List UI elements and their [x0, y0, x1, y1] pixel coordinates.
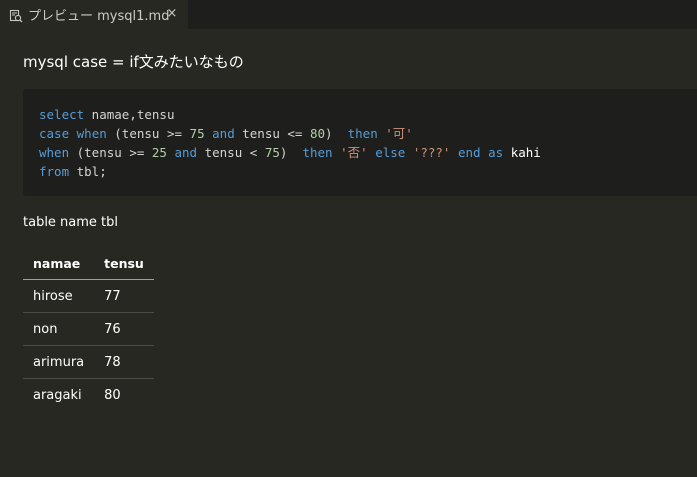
- code-line: select namae,tensu: [39, 105, 697, 124]
- table-row: non 76: [23, 312, 154, 346]
- code-block: select namae,tensu case when (tensu >= 75…: [23, 89, 697, 196]
- code-token: 75: [264, 145, 280, 160]
- code-token: when: [76, 126, 107, 141]
- code-token: else: [375, 145, 406, 160]
- preview-icon: [9, 8, 23, 22]
- tab-preview-mysql1[interactable]: プレビュー mysql1.md ×: [0, 0, 188, 29]
- code-token: '可': [385, 126, 413, 141]
- data-table: namae tensu hirose 77 non 76 arimura 78 …: [23, 247, 154, 411]
- code-token: 75: [189, 126, 205, 141]
- code-token: select: [39, 107, 85, 122]
- code-token: when: [39, 145, 70, 160]
- table-row: aragaki 80: [23, 379, 154, 412]
- table-cell: non: [23, 312, 95, 346]
- code-line: when (tensu >= 25 and tensu < 75) then '…: [39, 143, 697, 162]
- code-token: '否': [340, 145, 368, 160]
- tab-bar: プレビュー mysql1.md ×: [0, 0, 697, 29]
- table-cell: 80: [104, 387, 121, 403]
- code-token: then: [302, 145, 333, 160]
- tab-title: プレビュー mysql1.md: [28, 9, 170, 24]
- code-token: namae,tensu: [84, 107, 175, 122]
- code-token: and: [174, 145, 198, 160]
- code-token: tensu <: [197, 145, 265, 160]
- code-token: 25: [151, 145, 167, 160]
- code-token: and: [212, 126, 235, 141]
- table-cell: 76: [94, 312, 154, 346]
- table-cell: 78: [94, 345, 154, 379]
- code-token: ): [279, 145, 303, 160]
- code-token: tensu <=: [234, 126, 310, 141]
- code-token: tbl;: [69, 164, 107, 179]
- page-title: mysql case = if文みたいなもの: [23, 53, 244, 71]
- code-token: from: [39, 164, 70, 179]
- table-cell: hirose: [23, 279, 95, 313]
- column-header-tensu: tensu: [94, 247, 154, 280]
- code-line: from tbl;: [39, 162, 697, 181]
- code-token: as: [488, 145, 504, 160]
- table-cell: 77: [94, 279, 154, 313]
- code-token: (tensu >=: [106, 126, 190, 141]
- code-line: case when (tensu >= 75 and tensu <= 80) …: [39, 124, 697, 143]
- code-token: then: [347, 126, 378, 141]
- table-cell: aragaki: [33, 387, 82, 403]
- code-token: case: [39, 126, 70, 141]
- code-token: 80: [309, 126, 326, 141]
- table-row: arimura 78: [23, 345, 154, 379]
- code-token: ): [325, 126, 348, 141]
- code-token: '???': [412, 145, 451, 160]
- code-token: end: [458, 145, 481, 160]
- code-token: (tensu >=: [69, 145, 152, 160]
- table-header-row: namae tensu: [23, 247, 154, 280]
- markdown-preview: mysql case = if文みたいなもの select namae,tens…: [0, 29, 697, 477]
- code-token: kahi: [510, 145, 541, 160]
- table-row: hirose 77: [23, 279, 154, 313]
- paragraph-text: table name tbl: [23, 215, 119, 230]
- table-cell: arimura: [23, 345, 95, 379]
- close-icon[interactable]: ×: [164, 6, 180, 22]
- column-header-namae: namae: [23, 247, 95, 280]
